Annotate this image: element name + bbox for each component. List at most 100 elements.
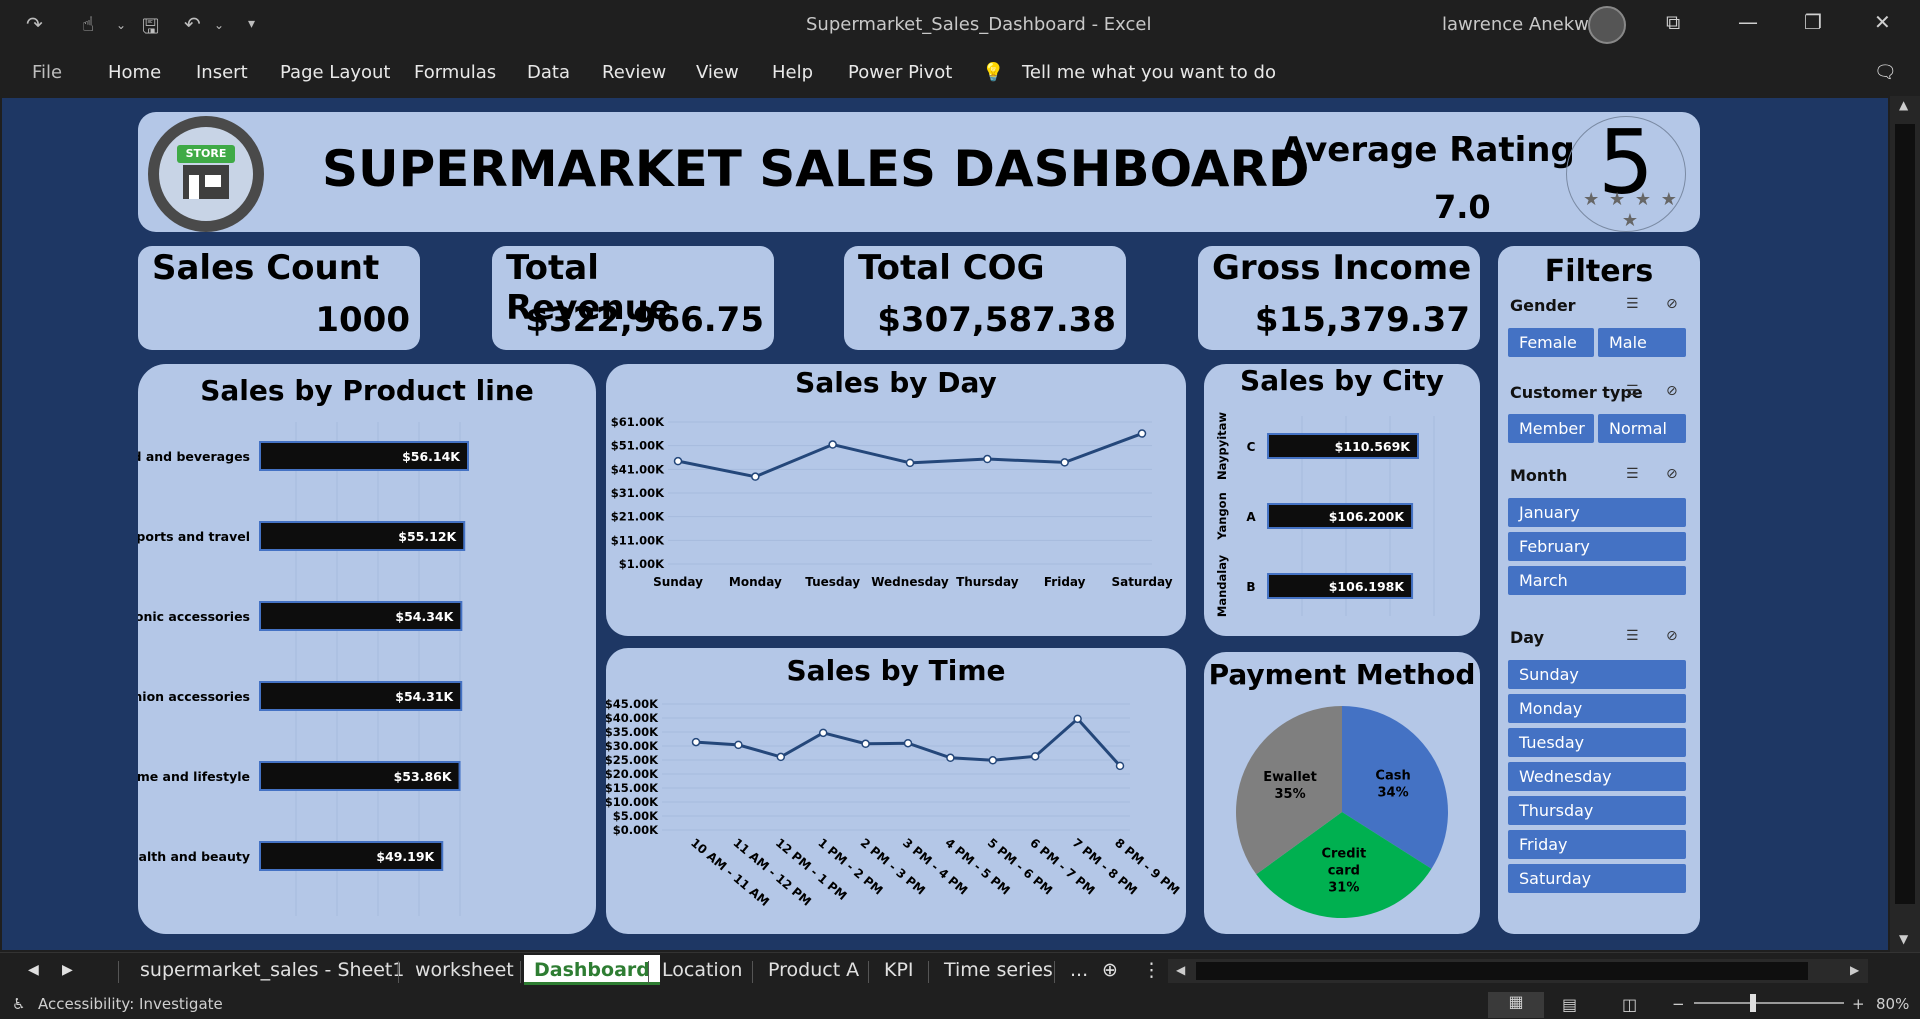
zoom-in-icon[interactable]: +: [1852, 995, 1865, 1013]
redo-icon[interactable]: ↷: [26, 12, 43, 36]
slice-label: Cash: [1375, 768, 1410, 783]
comments-icon[interactable]: 🗨: [1874, 62, 1897, 83]
zoom-level[interactable]: 80%: [1876, 995, 1909, 1013]
slicer-month-january[interactable]: January: [1508, 498, 1686, 527]
user-name[interactable]: lawrence Anekwe: [1442, 14, 1600, 35]
y-tick-label: $20.00K: [606, 767, 659, 781]
ribbon-display-icon[interactable]: ⧉: [1666, 10, 1680, 34]
slicer-day-saturday[interactable]: Saturday: [1508, 864, 1686, 893]
tab-worksheet[interactable]: worksheet: [415, 959, 514, 981]
menu-file[interactable]: File: [32, 62, 62, 83]
normal-view-icon[interactable]: ▦: [1488, 992, 1544, 1018]
restore-icon[interactable]: ❐: [1804, 10, 1822, 34]
scroll-up-icon[interactable]: ▲: [1899, 98, 1908, 112]
slicer-customer-normal[interactable]: Normal: [1598, 414, 1686, 443]
chart-sales-by-time[interactable]: Sales by Time $45.00K $40.00K $35.00K $30.0…: [606, 648, 1186, 934]
tab-dashboard[interactable]: Dashboard: [524, 955, 660, 985]
x-tick-label: Thursday: [956, 575, 1019, 589]
page-layout-view-icon[interactable]: ▤: [1562, 995, 1577, 1014]
slice-label: 35%: [1274, 787, 1305, 802]
avatar[interactable]: [1588, 6, 1626, 44]
tab-product-a[interactable]: Product A: [768, 959, 859, 981]
horizontal-scrollbar[interactable]: ◀ ▶: [1168, 959, 1868, 983]
slice-label: Credit: [1321, 846, 1366, 861]
menu-page-layout[interactable]: Page Layout: [280, 62, 391, 83]
tab-time-series[interactable]: Time series: [944, 959, 1053, 981]
menu-formulas[interactable]: Formulas: [414, 62, 496, 83]
slicer-gender-female[interactable]: Female: [1508, 328, 1594, 357]
slicer-day-wednesday[interactable]: Wednesday: [1508, 762, 1686, 791]
tab-kpi[interactable]: KPI: [884, 959, 914, 981]
multi-select-icon[interactable]: ☰: [1626, 628, 1639, 644]
x-tick-label: 12 PM - 1 PM: [773, 836, 850, 903]
menu-home[interactable]: Home: [108, 62, 161, 83]
slicer-customer-member[interactable]: Member: [1508, 414, 1594, 443]
touch-dropdown-icon[interactable]: ⌄: [116, 18, 126, 32]
x-tick-label: 10 AM - 11 AM: [688, 836, 772, 909]
data-point: [1030, 752, 1040, 761]
undo-icon[interactable]: ↶: [184, 12, 201, 36]
add-sheet-icon[interactable]: ⊕: [1102, 959, 1118, 981]
data-label: $53.86K: [394, 769, 453, 784]
tab-supermarket-sales-sheet1[interactable]: supermarket_sales - Sheet1: [140, 959, 404, 981]
next-sheet-icon[interactable]: ▶: [62, 962, 73, 978]
scroll-left-icon[interactable]: ◀: [1176, 963, 1185, 977]
data-label: $106.198K: [1329, 579, 1406, 594]
zoom-slider[interactable]: [1694, 1002, 1844, 1004]
vertical-scrollbar[interactable]: ▲ ▼: [1890, 96, 1920, 952]
kpi-value: $307,587.38: [877, 300, 1116, 340]
slicer-day-tuesday[interactable]: Tuesday: [1508, 728, 1686, 757]
chart-sales-by-city[interactable]: Sales by City Naypyitaw C $110.569K Yangon A…: [1204, 364, 1480, 636]
close-icon[interactable]: ✕: [1874, 10, 1891, 34]
touch-mode-icon[interactable]: ☝: [82, 12, 94, 36]
slice-label: Ewallet: [1263, 770, 1317, 785]
scroll-thumb[interactable]: [1895, 124, 1915, 904]
category-label: Fashion accessories: [138, 689, 250, 704]
slicer-month-february[interactable]: February: [1508, 532, 1686, 561]
clear-filter-icon[interactable]: ⊘: [1666, 296, 1678, 312]
sales-by-day-plot: $61.00K $51.00K $41.00K $31.00K $21.00K $11.0…: [611, 415, 1173, 589]
customize-toolbar-icon[interactable]: ▾: [248, 16, 255, 32]
more-sheets-button[interactable]: ...: [1070, 959, 1088, 981]
sheet-options-icon[interactable]: ⋮: [1142, 959, 1161, 981]
clear-filter-icon[interactable]: ⊘: [1666, 383, 1678, 399]
multi-select-icon[interactable]: ☰: [1626, 466, 1639, 482]
tab-location[interactable]: Location: [662, 959, 742, 981]
menu-data[interactable]: Data: [527, 62, 570, 83]
undo-dropdown-icon[interactable]: ⌄: [214, 18, 224, 32]
slicer-day-thursday[interactable]: Thursday: [1508, 796, 1686, 825]
scroll-right-icon[interactable]: ▶: [1850, 963, 1859, 977]
multi-select-icon[interactable]: ☰: [1626, 296, 1639, 312]
kpi-label: Gross Income: [1212, 248, 1472, 288]
zoom-out-icon[interactable]: −: [1672, 995, 1685, 1013]
window-title: Supermarket_Sales_Dashboard - Excel: [806, 14, 1152, 35]
slicer-day-sunday[interactable]: Sunday: [1508, 660, 1686, 689]
chart-sales-by-day[interactable]: Sales by Day $61.00K $51.00K $41.00K $31.00…: [606, 364, 1186, 636]
chart-payment-method[interactable]: Payment Method Cash 34% Credit card 31% Ewall…: [1204, 652, 1480, 934]
minimize-icon[interactable]: —: [1738, 10, 1758, 34]
menu-review[interactable]: Review: [602, 62, 666, 83]
page-break-view-icon[interactable]: ◫: [1622, 995, 1637, 1014]
multi-select-icon[interactable]: ☰: [1626, 383, 1639, 399]
menu-help[interactable]: Help: [772, 62, 813, 83]
tell-me-search[interactable]: Tell me what you want to do: [1022, 62, 1276, 83]
slicer-day-monday[interactable]: Monday: [1508, 694, 1686, 723]
y-tick-label: $51.00K: [611, 439, 665, 453]
category-label: Food and beverages: [138, 449, 250, 464]
scroll-down-icon[interactable]: ▼: [1899, 932, 1908, 946]
zoom-slider-thumb[interactable]: [1750, 994, 1756, 1012]
clear-filter-icon[interactable]: ⊘: [1666, 466, 1678, 482]
save-icon[interactable]: 🖫: [142, 12, 159, 46]
accessibility-status[interactable]: Accessibility: Investigate: [38, 995, 223, 1013]
chart-product-line[interactable]: Sales by Product line Food and beverages…: [138, 364, 596, 934]
hscroll-thumb[interactable]: [1196, 962, 1808, 980]
x-tick-label: Sunday: [653, 575, 703, 589]
prev-sheet-icon[interactable]: ◀: [28, 962, 39, 978]
slicer-gender-male[interactable]: Male: [1598, 328, 1686, 357]
menu-power-pivot[interactable]: Power Pivot: [848, 62, 952, 83]
slicer-month-march[interactable]: March: [1508, 566, 1686, 595]
slicer-day-friday[interactable]: Friday: [1508, 830, 1686, 859]
clear-filter-icon[interactable]: ⊘: [1666, 628, 1678, 644]
menu-view[interactable]: View: [696, 62, 739, 83]
menu-insert[interactable]: Insert: [196, 62, 248, 83]
